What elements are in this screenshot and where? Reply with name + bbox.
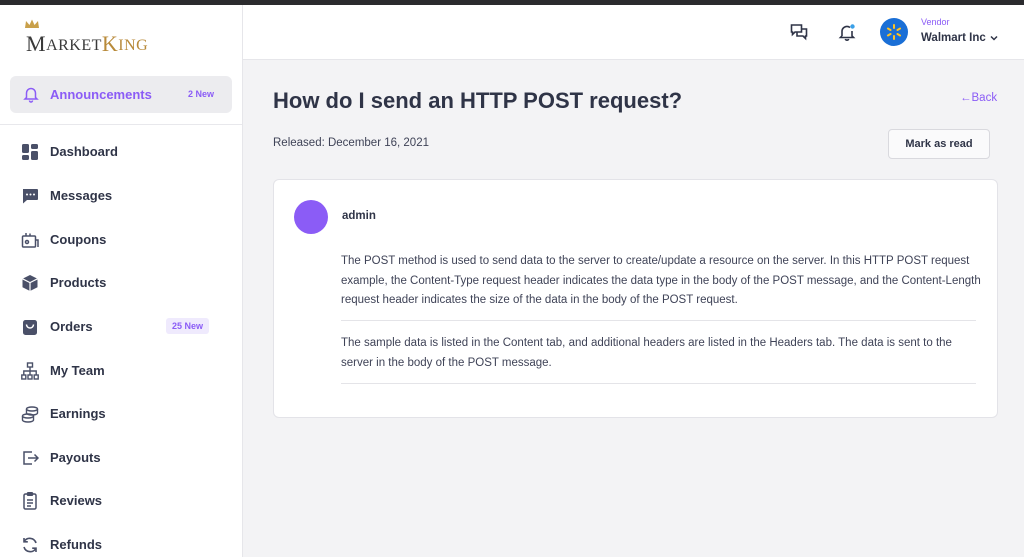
release-date: Released: December 16, 2021 [273, 137, 429, 149]
vendor-avatar[interactable] [880, 18, 908, 46]
sidebar-item-refunds[interactable]: Refunds [0, 525, 242, 557]
gift-card-icon [21, 233, 39, 248]
chat-bubble-icon [23, 189, 38, 204]
sidebar-item-orders[interactable]: Orders 25 New [0, 307, 242, 347]
refresh-icon [23, 537, 37, 553]
shopping-bag-icon [23, 320, 37, 335]
box-icon [22, 275, 38, 291]
dashboard-grid-icon [22, 144, 38, 160]
sidebar-item-payouts[interactable]: Payouts [0, 438, 242, 478]
announcement-card: admin The POST method is used to send da… [273, 179, 998, 418]
mark-as-read-button[interactable]: Mark as read [888, 129, 990, 159]
back-link[interactable]: ←Back [960, 92, 997, 104]
clipboard-icon [23, 492, 37, 510]
sidebar-item-label: Coupons [50, 232, 107, 247]
logo-text: ARKET [46, 37, 102, 54]
sidebar-item-dashboard[interactable]: Dashboard [0, 132, 242, 172]
paragraph-divider [341, 320, 976, 321]
payout-export-icon [23, 451, 39, 465]
top-header: Vendor Walmart Inc [243, 5, 1024, 60]
sidebar-item-reviews[interactable]: Reviews [0, 481, 242, 521]
sidebar-item-earnings[interactable]: Earnings [0, 394, 242, 434]
author-avatar [294, 200, 328, 234]
marketking-logo[interactable]: M ARKET K ING [25, 19, 149, 56]
sidebar-item-my-team[interactable]: My Team [0, 351, 242, 391]
sidebar-item-products[interactable]: Products [0, 263, 242, 303]
paragraph-divider [341, 383, 976, 384]
author-name: admin [342, 210, 376, 222]
logo-text: ING [118, 37, 149, 54]
announcement-paragraph: The sample data is listed in the Content… [341, 337, 952, 369]
chevron-down-icon[interactable] [990, 35, 998, 41]
sidebar-item-coupons[interactable]: Coupons [0, 220, 242, 260]
bell-icon [23, 87, 39, 103]
coins-icon [21, 406, 39, 423]
sidebar-item-announcements[interactable]: Announcements 2 New [10, 76, 232, 113]
sidebar-item-label: Refunds [50, 537, 102, 552]
new-count-badge: 2 New [188, 89, 215, 99]
new-count-badge: 25 New [166, 318, 210, 334]
sidebar-item-label: Orders [50, 319, 93, 334]
vendor-role-label: Vendor [921, 17, 950, 27]
crown-icon [25, 19, 39, 28]
sidebar-item-label: Products [50, 275, 107, 290]
sidebar-item-label: Earnings [50, 406, 106, 421]
logo-letter: K [101, 31, 119, 56]
announcement-paragraph: The POST method is used to send data to … [341, 255, 981, 306]
org-chart-icon [21, 362, 39, 380]
walmart-spark-icon [886, 24, 902, 40]
sidebar-item-label: Messages [50, 188, 113, 203]
sidebar-divider [0, 124, 242, 125]
sidebar-item-label: My Team [50, 363, 105, 378]
chat-icon[interactable] [789, 22, 809, 42]
page-title: How do I send an HTTP POST request? [273, 88, 683, 113]
notification-bell-icon[interactable] [837, 22, 857, 42]
logo-letter: M [26, 31, 47, 56]
sidebar-item-label: Reviews [50, 493, 103, 508]
sidebar-item-label: Announcements [50, 87, 152, 102]
sidebar-item-label: Payouts [50, 450, 101, 465]
vendor-name-dropdown[interactable]: Walmart Inc [921, 32, 986, 44]
sidebar-item-messages[interactable]: Messages [0, 176, 242, 216]
sidebar-item-label: Dashboard [50, 144, 118, 159]
sidebar: M ARKET K ING Announcements 2 New Dashboard… [0, 5, 243, 557]
